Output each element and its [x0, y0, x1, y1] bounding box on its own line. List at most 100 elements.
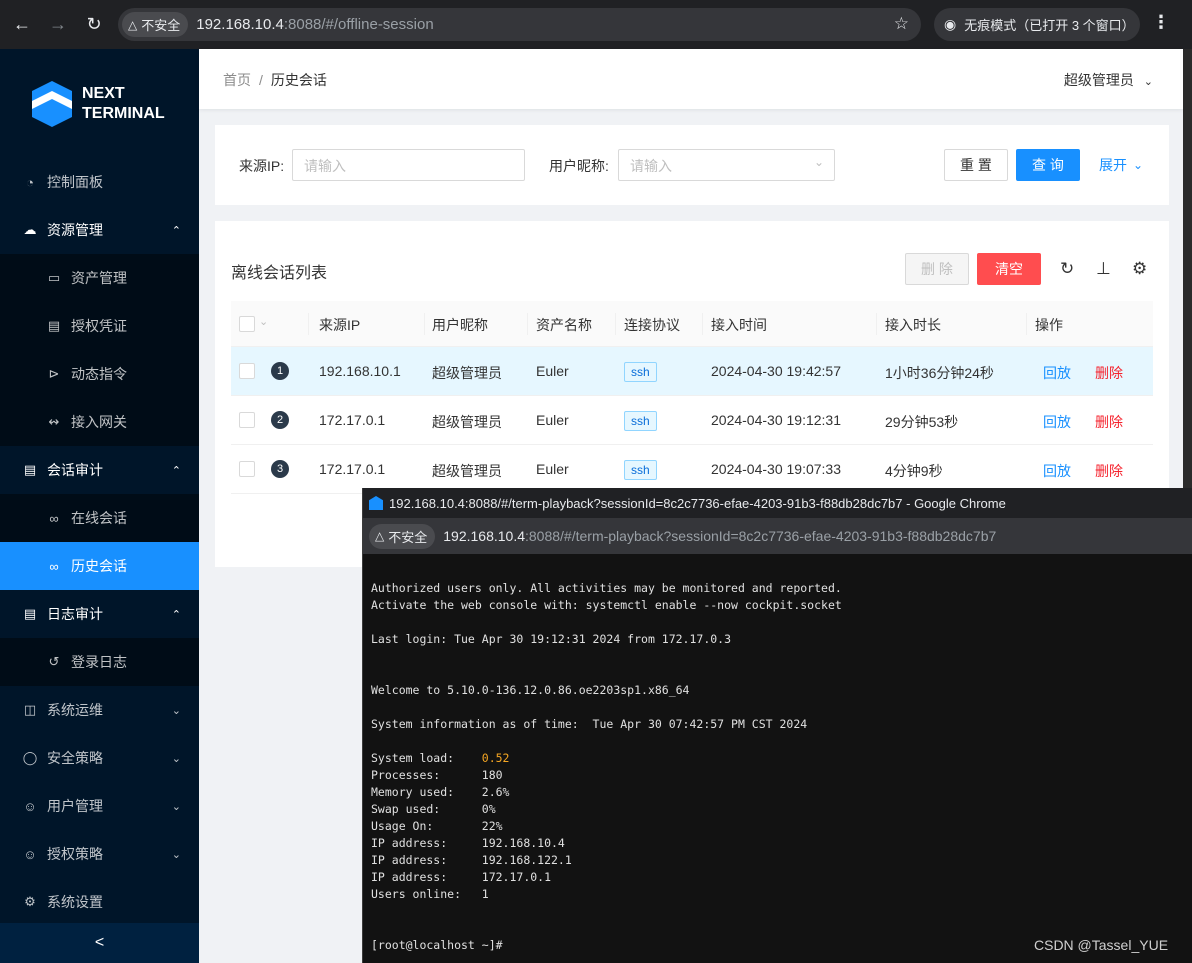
nickname-label: 用户昵称: [549, 158, 609, 174]
api-icon: ↭ [48, 414, 60, 429]
idcard-icon: ▤ [47, 318, 61, 333]
collapse-sidebar-button[interactable]: < [0, 923, 199, 963]
logo-line2: TERMINAL [82, 105, 165, 122]
user-icon: ☺ [23, 798, 37, 814]
user-name: 超级管理员 [1063, 72, 1134, 88]
menu-resource[interactable]: ☁ 资源管理 ⌃ [0, 206, 199, 254]
menu-authorization[interactable]: ☺ 授权策略 ⌄ [0, 830, 199, 878]
cell-source-ip: 192.168.10.1 [319, 363, 401, 379]
chevron-down-icon[interactable]: ⌄ [259, 315, 268, 328]
playback-window[interactable]: 192.168.10.4:8088/#/term-playback?sessio… [362, 488, 1192, 963]
delete-link[interactable]: 删除 [1095, 412, 1123, 432]
menu-online-session[interactable]: ∞ 在线会话 [0, 494, 199, 542]
menu-security[interactable]: ◯ 安全策略 ⌄ [0, 734, 199, 782]
query-button[interactable]: 查 询 [1016, 149, 1080, 181]
setting-icon[interactable]: ⚙ [1132, 259, 1147, 279]
breadcrumb-home[interactable]: 首页 [223, 72, 251, 88]
cloud-icon: ☁ [23, 222, 37, 237]
menu-settings[interactable]: ⚙ 系统设置 [0, 878, 199, 926]
logo-icon [32, 81, 72, 127]
terminal-line: Last login: Tue Apr 30 19:12:31 2024 fro… [371, 632, 732, 646]
cell-time: 2024-04-30 19:42:57 [711, 363, 841, 379]
menu-dashboard[interactable]: ◔ 控制面板 [0, 158, 199, 206]
setting-icon: ⚙ [24, 894, 36, 909]
clear-button[interactable]: 清空 [977, 253, 1041, 285]
reload-icon[interactable]: ↻ [1060, 259, 1074, 279]
cell-nickname: 超级管理员 [432, 365, 502, 381]
playback-window-titlebar[interactable]: 192.168.10.4:8088/#/term-playback?sessio… [363, 488, 1192, 518]
incognito-label: 无痕模式（已打开 3 个窗口） [964, 18, 1135, 33]
safety-icon: ◯ [22, 750, 38, 765]
forward-icon[interactable]: → [40, 6, 76, 42]
cell-duration: 29分钟53秒 [885, 414, 959, 430]
chevron-down-icon: ⌄ [171, 704, 181, 717]
login-icon: ↺ [48, 654, 60, 669]
column-height-icon[interactable]: ⊥ [1096, 259, 1111, 279]
security-chip[interactable]: △ 不安全 [122, 12, 189, 37]
logo-line1: NEXT [82, 85, 125, 102]
menu-log-audit[interactable]: ▤ 日志审计 ⌃ [0, 590, 199, 638]
address-bar[interactable]: △ 不安全 192.168.10.4:8088/#/offline-sessio… [118, 8, 921, 41]
table-row[interactable]: 1 192.168.10.1 超级管理员 Euler ssh 2024-04-3… [231, 347, 1153, 396]
playback-link[interactable]: 回放 [1043, 461, 1071, 481]
chevron-up-icon: ⌃ [171, 464, 181, 477]
select-all-checkbox[interactable] [239, 316, 255, 332]
source-ip-input[interactable]: 请输入 [292, 149, 525, 181]
expand-button[interactable]: 展开 ⌄ [1095, 149, 1147, 181]
menu-credentials[interactable]: ▤ 授权凭证 [0, 302, 199, 350]
menu-offline-session[interactable]: ∞ 历史会话 [0, 542, 199, 590]
menu-commands[interactable]: ⊳ 动态指令 [0, 350, 199, 398]
table-row[interactable]: 3 172.17.0.1 超级管理员 Euler ssh 2024-04-30 … [231, 445, 1153, 494]
app-logo[interactable]: NEXT TERMINAL [32, 81, 165, 127]
playback-address-bar[interactable]: △ 不安全 192.168.10.4:8088/#/term-playback?… [363, 518, 1192, 554]
sidebar: NEXT TERMINAL ◔ 控制面板 ☁ 资源管理 ⌃ ▭ 资产管理 ▤ 授… [0, 49, 199, 963]
menu-ops[interactable]: ◫ 系统运维 ⌄ [0, 686, 199, 734]
row-checkbox[interactable] [239, 363, 255, 379]
cell-source-ip: 172.17.0.1 [319, 461, 386, 477]
dashboard-icon: ◔ [26, 174, 34, 190]
terminal-line: IP address: 192.168.10.4 [371, 836, 565, 850]
back-icon[interactable]: ← [4, 6, 40, 42]
reset-button[interactable]: 重 置 [944, 149, 1008, 181]
chevron-down-icon: ⌄ [171, 848, 181, 861]
playback-window-title: 192.168.10.4:8088/#/term-playback?sessio… [389, 495, 1006, 511]
terminal-line: System load: 0.52 [371, 751, 510, 765]
table-title: 离线会话列表 [231, 265, 328, 282]
terminal-line: Activate the web console with: systemctl… [371, 598, 842, 612]
playback-link[interactable]: 回放 [1043, 363, 1071, 383]
app-favicon-icon [369, 496, 383, 510]
security-chip[interactable]: △ 不安全 [369, 523, 436, 549]
batch-delete-button[interactable]: 删 除 [905, 253, 969, 285]
source-ip-placeholder: 请输入 [304, 158, 346, 174]
chevron-down-icon: ⌄ [813, 155, 824, 169]
menu-session-audit[interactable]: ▤ 会话审计 ⌃ [0, 446, 199, 494]
menu-assets[interactable]: ▭ 资产管理 [0, 254, 199, 302]
terminal-line: Processes: 180 [371, 768, 503, 782]
background-window-edge [1183, 49, 1192, 489]
browser-menu-icon[interactable]: ⋮ [1152, 12, 1170, 33]
incognito-indicator[interactable]: ◉ 无痕模式（已打开 3 个窗口） [934, 8, 1140, 41]
delete-link[interactable]: 删除 [1095, 461, 1123, 481]
url-host: 192.168.10.4 [196, 16, 284, 33]
menu-users[interactable]: ☺ 用户管理 ⌄ [0, 782, 199, 830]
table-row[interactable]: 2 172.17.0.1 超级管理员 Euler ssh 2024-04-30 … [231, 396, 1153, 445]
row-checkbox[interactable] [239, 461, 255, 477]
menu-gateway[interactable]: ↭ 接入网关 [0, 398, 199, 446]
reload-icon[interactable]: ↻ [76, 6, 112, 42]
col-protocol: 连接协议 [624, 317, 680, 333]
col-duration: 接入时长 [885, 317, 941, 333]
menu-login-log[interactable]: ↺ 登录日志 [0, 638, 199, 686]
bookmark-star-icon[interactable]: ☆ [894, 14, 909, 34]
row-checkbox[interactable] [239, 412, 255, 428]
user-dropdown[interactable]: 超级管理员 ⌄ [1064, 70, 1153, 90]
nickname-select[interactable]: 请输入 ⌄ [618, 149, 835, 181]
page-header: 首页 / 历史会话 超级管理员 ⌄ [199, 49, 1183, 109]
playback-link[interactable]: 回放 [1043, 412, 1071, 432]
terminal-output[interactable]: Authorized users only. All activities ma… [371, 580, 842, 954]
delete-link[interactable]: 删除 [1095, 363, 1123, 383]
user-icon: ☺ [23, 846, 37, 862]
col-actions: 操作 [1035, 317, 1063, 333]
